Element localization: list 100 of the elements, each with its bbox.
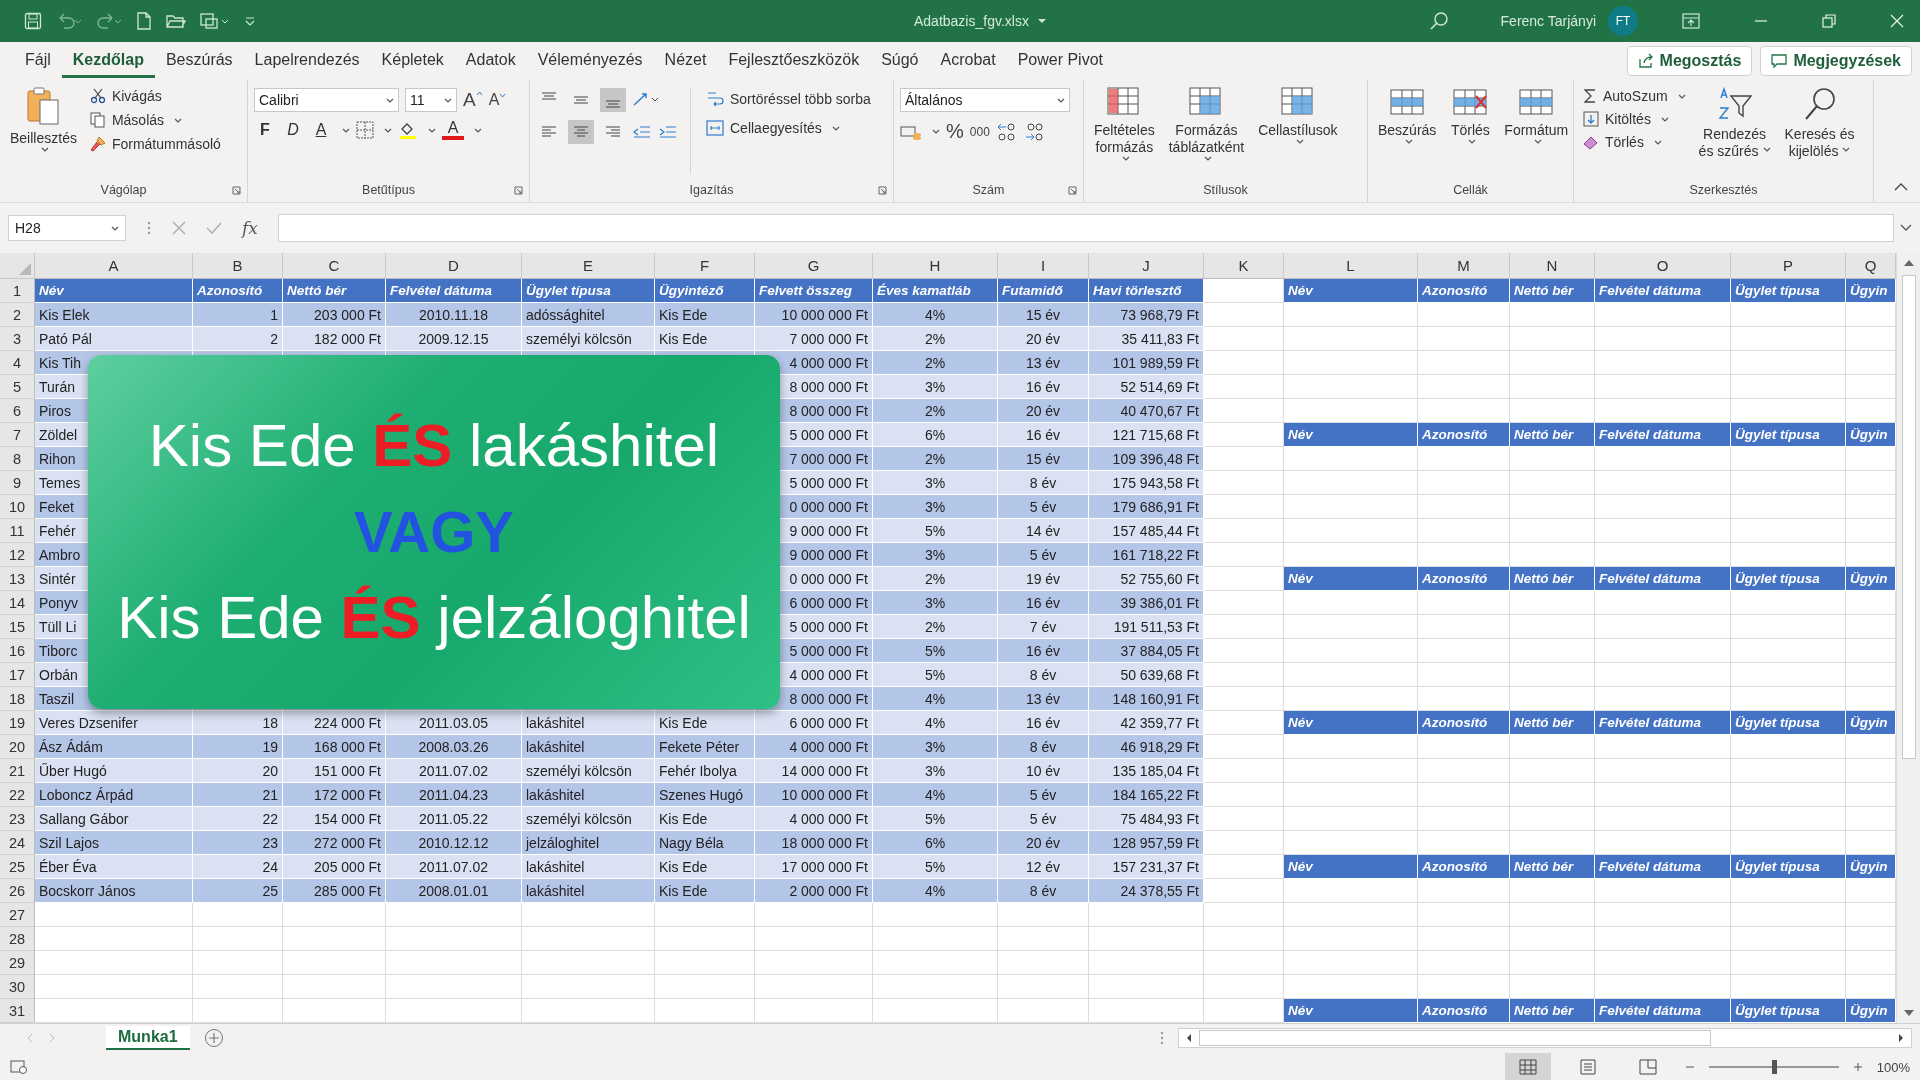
share-button[interactable]: Megosztás (1626, 46, 1753, 76)
horizontal-scrollbar[interactable] (1178, 1028, 1912, 1048)
decrease-decimal-icon[interactable] (1023, 121, 1046, 142)
row-header[interactable]: 22 (0, 783, 35, 807)
style-button[interactable]: Feltételes formázás (1090, 84, 1159, 167)
vertical-align-button[interactable] (600, 88, 626, 112)
row-header[interactable]: 9 (0, 471, 35, 495)
dialog-launcher-icon[interactable] (514, 186, 523, 195)
row-header[interactable]: 14 (0, 591, 35, 615)
zoom-level[interactable]: 100% (1876, 1059, 1910, 1075)
scrollbar-thumb[interactable] (1199, 1030, 1711, 1046)
redo-icon[interactable] (96, 12, 122, 30)
collapse-ribbon-icon[interactable] (1894, 182, 1908, 192)
zoom-slider-thumb[interactable] (1771, 1060, 1777, 1074)
sort-filter-button[interactable]: Rendezés és szűrés (1694, 84, 1775, 162)
cells-button[interactable]: Formátum (1500, 84, 1573, 150)
horizontal-align-button[interactable] (568, 120, 594, 144)
shrink-font-button[interactable]: A (488, 91, 507, 109)
paste-button[interactable]: Beillesztés (6, 84, 81, 158)
row-header[interactable]: 29 (0, 951, 35, 975)
ribbon-tab[interactable]: Nézet (653, 44, 718, 78)
cells-button[interactable]: Törlés (1446, 84, 1495, 150)
percent-button[interactable]: % (946, 120, 964, 143)
ribbon-tab[interactable]: Fejlesztőeszközök (717, 44, 871, 78)
row-header[interactable]: 8 (0, 447, 35, 471)
column-header[interactable]: K (1204, 253, 1284, 279)
row-header[interactable]: 21 (0, 759, 35, 783)
vertical-scrollbar[interactable] (1896, 253, 1920, 1023)
dialog-launcher-icon[interactable] (232, 186, 241, 195)
row-header[interactable]: 28 (0, 927, 35, 951)
font-size-dropdown[interactable]: 11 (405, 88, 457, 112)
row-header[interactable]: 30 (0, 975, 35, 999)
row-header[interactable]: 17 (0, 663, 35, 687)
dialog-launcher-icon[interactable] (878, 186, 887, 195)
row-header[interactable]: 11 (0, 519, 35, 543)
save-icon[interactable] (24, 12, 42, 30)
splitter-icon[interactable] (1160, 1031, 1164, 1045)
ribbon-tab[interactable]: Lapelrendezés (243, 44, 371, 78)
autosum-button[interactable]: AutoSzum (1580, 86, 1689, 106)
folder-icon[interactable] (166, 12, 186, 30)
copy-button[interactable]: Másolás (86, 110, 224, 130)
macro-record-icon[interactable] (10, 1059, 28, 1075)
decrease-indent-icon[interactable] (632, 124, 652, 140)
italic-button[interactable]: D (282, 121, 304, 139)
ribbon-tab[interactable]: Súgó (870, 44, 930, 78)
zoom-in-icon[interactable] (1852, 1062, 1863, 1072)
row-header[interactable]: 2 (0, 303, 35, 327)
cancel-icon[interactable] (172, 221, 186, 235)
dialog-launcher-icon[interactable] (1068, 186, 1077, 195)
ribbon-display-icon[interactable] (1682, 13, 1700, 29)
increase-decimal-icon[interactable] (995, 121, 1018, 142)
formula-input[interactable] (277, 214, 1894, 242)
view-button[interactable] (1504, 1053, 1551, 1080)
scroll-left-icon[interactable] (1185, 1033, 1193, 1043)
row-header[interactable]: 4 (0, 351, 35, 375)
clear-button[interactable]: Törlés (1580, 132, 1689, 152)
style-button[interactable]: Cellastílusok (1254, 84, 1342, 150)
number-format-dropdown[interactable]: Általános (900, 88, 1070, 112)
font-color-button[interactable]: A (442, 120, 464, 140)
row-header[interactable]: 1 (0, 279, 35, 303)
increase-indent-icon[interactable] (658, 124, 678, 140)
row-header[interactable]: 23 (0, 807, 35, 831)
close-icon[interactable] (1890, 14, 1904, 28)
fill-button[interactable]: Kitöltés (1580, 109, 1689, 129)
row-header[interactable]: 7 (0, 423, 35, 447)
row-header[interactable]: 5 (0, 375, 35, 399)
caret-icon[interactable] (1036, 17, 1047, 25)
row-header[interactable]: 20 (0, 735, 35, 759)
merge-cells-button[interactable]: Cellaegyesítés (703, 118, 874, 138)
cut-button[interactable]: Kivágás (86, 86, 224, 106)
wrap-text-button[interactable]: Sortöréssel több sorba (703, 88, 874, 110)
ribbon-tab[interactable]: Acrobat (929, 44, 1007, 78)
scroll-up-icon[interactable] (1902, 259, 1915, 267)
row-header[interactable]: 26 (0, 879, 35, 903)
ribbon-tab[interactable]: Kezdőlap (61, 44, 155, 78)
row-header[interactable]: 15 (0, 615, 35, 639)
expand-icon[interactable] (1900, 224, 1912, 232)
scroll-down-icon[interactable] (1902, 1009, 1915, 1017)
enter-icon[interactable] (206, 221, 222, 235)
row-header[interactable]: 12 (0, 543, 35, 567)
format-painter-button[interactable]: Formátummásoló (86, 134, 224, 154)
cells-button[interactable]: Beszúrás (1374, 84, 1441, 150)
insert-function-button[interactable]: fx (242, 218, 258, 238)
user-avatar[interactable]: FT (1608, 6, 1638, 36)
row-header[interactable]: 18 (0, 687, 35, 711)
font-name-dropdown[interactable]: Calibri (254, 88, 399, 112)
more-icon[interactable] (146, 220, 152, 236)
row-header[interactable]: 31 (0, 999, 35, 1023)
borders-icon[interactable] (356, 121, 374, 139)
sheet-tab[interactable]: Munka1 (106, 1026, 190, 1050)
row-header[interactable]: 19 (0, 711, 35, 735)
comments-button[interactable]: Megjegyzések (1760, 46, 1912, 76)
add-sheet-icon[interactable] (203, 1028, 224, 1048)
ribbon-tab[interactable]: Képletek (370, 44, 455, 78)
row-header[interactable]: 6 (0, 399, 35, 423)
restore-icon[interactable] (1822, 14, 1836, 28)
find-select-button[interactable]: Keresés és kijelölés (1780, 84, 1859, 162)
scrollbar-thumb[interactable] (1901, 275, 1916, 759)
print-preview-icon[interactable] (200, 12, 230, 30)
ribbon-tab[interactable]: Beszúrás (154, 44, 244, 78)
